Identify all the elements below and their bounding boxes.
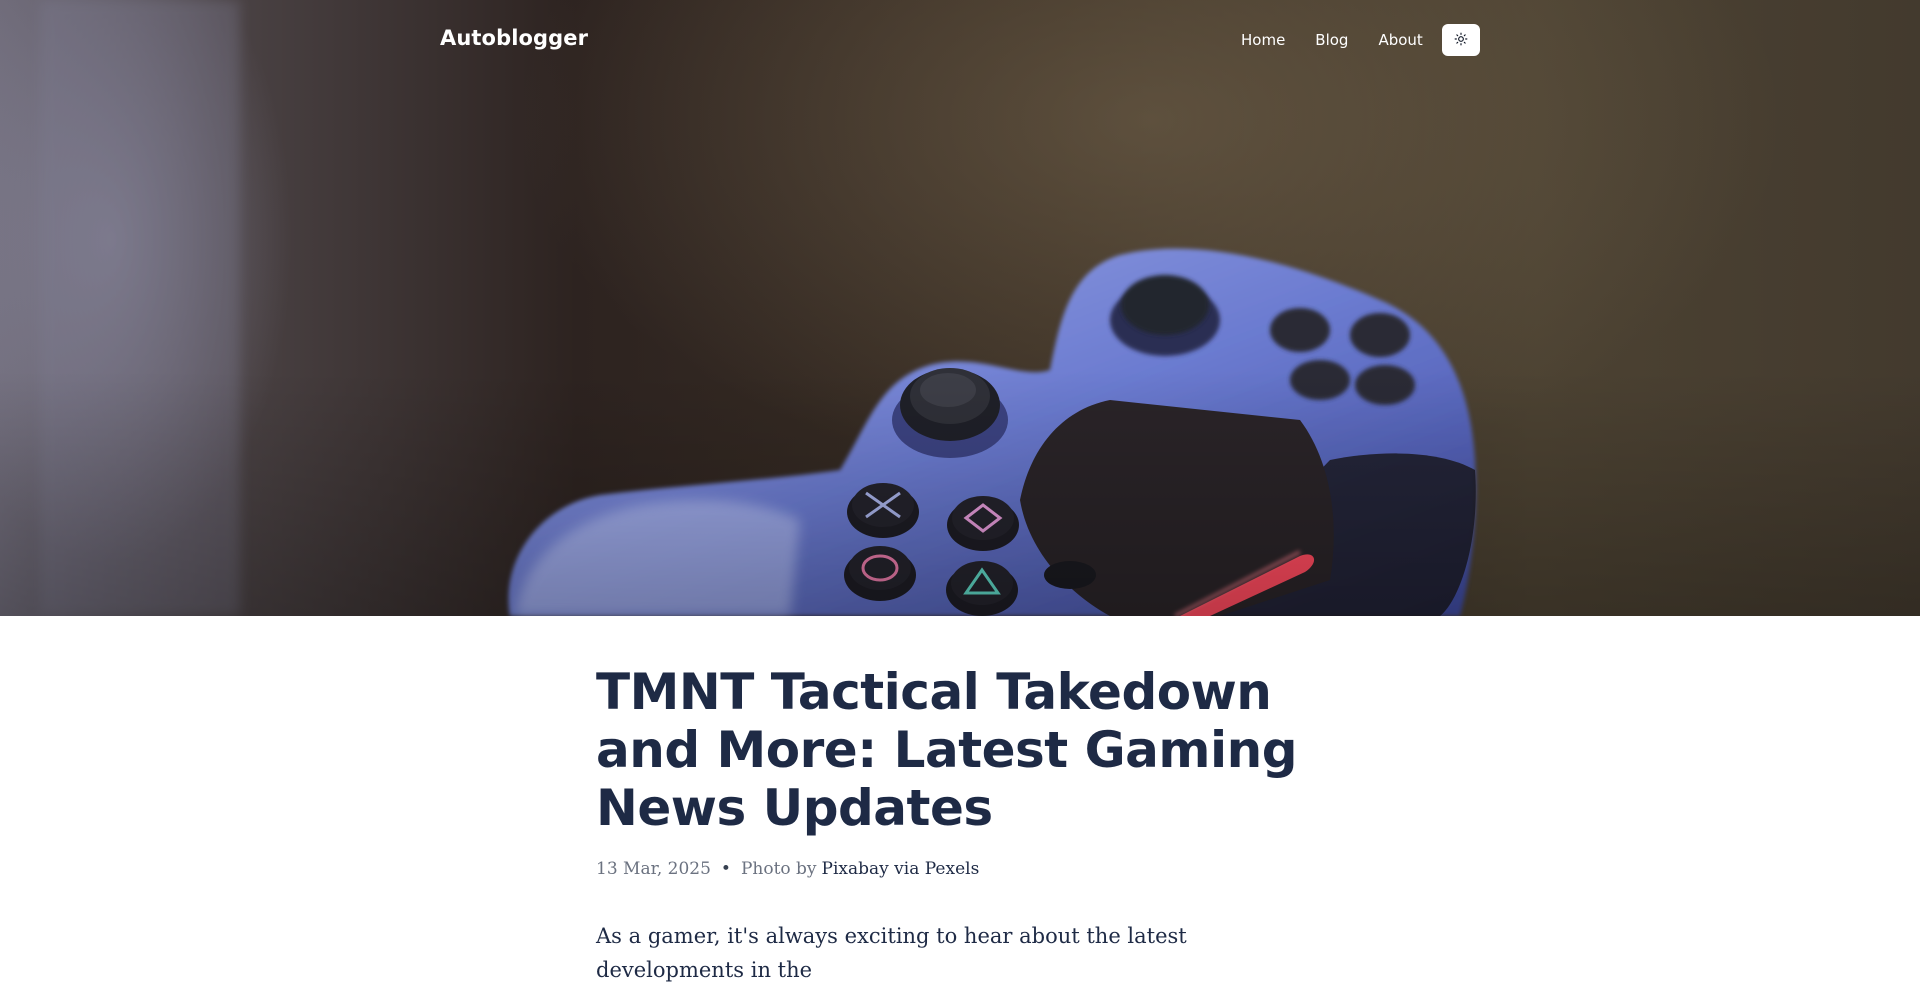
top-navigation: Autoblogger Home Blog About: [0, 0, 1920, 80]
meta-separator: •: [720, 859, 731, 879]
nav-link-blog[interactable]: Blog: [1315, 31, 1348, 49]
theme-toggle-button[interactable]: [1442, 24, 1480, 56]
nav-link-about[interactable]: About: [1378, 31, 1422, 49]
site-logo[interactable]: Autoblogger: [440, 26, 588, 50]
article-title: TMNT Tactical Takedown and More: Latest …: [596, 663, 1298, 837]
article: TMNT Tactical Takedown and More: Latest …: [0, 616, 1920, 987]
article-meta: 13 Mar, 2025 • Photo by Pixabay via Pexe…: [596, 859, 1336, 879]
nav-link-home[interactable]: Home: [1241, 31, 1285, 49]
nav-links: Home Blog About: [1241, 31, 1453, 49]
article-content: TMNT Tactical Takedown and More: Latest …: [596, 663, 1336, 987]
photo-credit-prefix: Photo by: [740, 859, 817, 879]
game-controller-image: [40, 0, 1476, 616]
article-intro: As a gamer, it's always exciting to hear…: [596, 924, 1187, 982]
publish-date: 13 Mar, 2025: [596, 859, 711, 879]
photo-credit-link[interactable]: Pixabay via Pexels: [822, 859, 980, 879]
sun-icon: [1454, 32, 1468, 49]
hero-banner: Autoblogger Home Blog About: [0, 0, 1920, 616]
